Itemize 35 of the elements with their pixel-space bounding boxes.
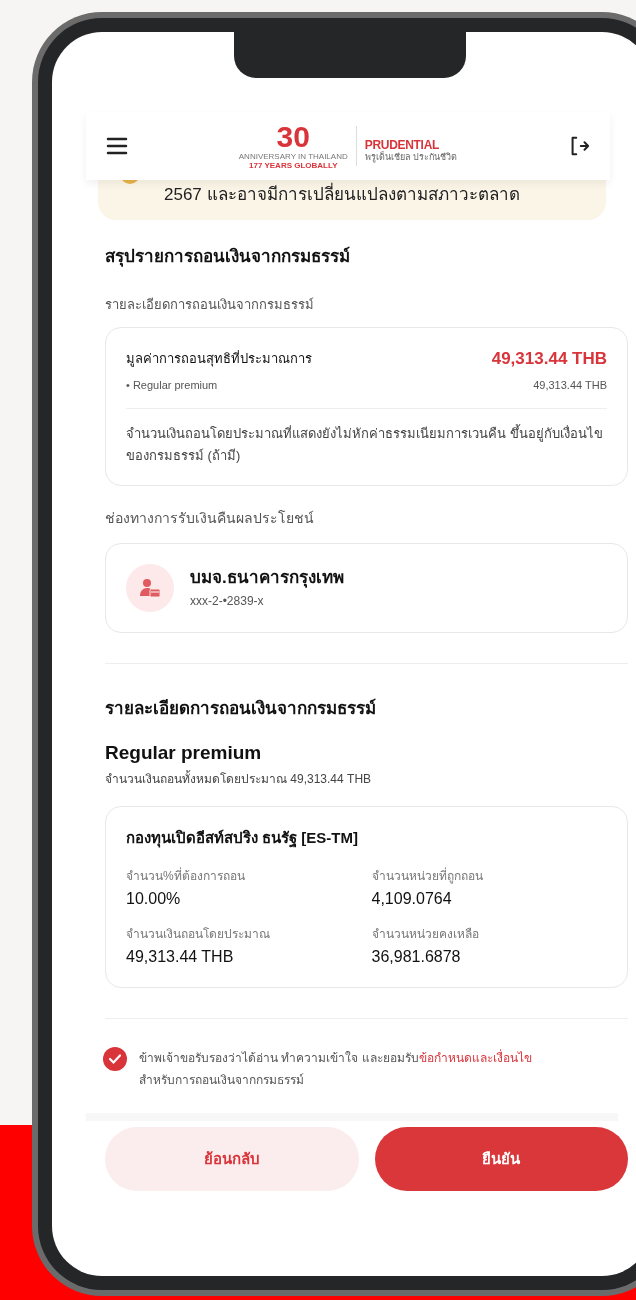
field-value: 36,981.6878 [371, 947, 462, 967]
total-label: มูลค่าการถอนสุทธิที่ประมาณการ [126, 349, 312, 368]
bank-account-icon [126, 563, 174, 612]
section-title: รายละเอียดการถอนเงินจากกรมธรรม์ [105, 697, 377, 720]
confirm-button[interactable]: ยืนยัน [374, 1127, 628, 1191]
brand-name: PRUDENTIAL [364, 139, 440, 152]
total-value: 49,313.44 THB [491, 347, 607, 370]
premium-title: Regular premium [105, 741, 263, 765]
section-subtitle: ช่องทางการรับเงินคืนผลประโยชน์ [105, 508, 315, 528]
premium-total: จำนวนเงินถอนทั้งหมดโดยประมาณ 49,313.44 THB [105, 769, 373, 788]
account-number: xxx-2-•2839-x [190, 593, 265, 611]
check-icon [108, 1052, 122, 1066]
field-value: 49,313.44 THB [126, 947, 235, 967]
anniversary-logo: 30 [276, 122, 310, 152]
logo-caption: ANNIVERSARY IN THAILAND [238, 152, 348, 161]
field-value: 4,109.0764 [371, 889, 453, 909]
menu-icon[interactable] [106, 137, 128, 155]
consent-text: ข้าพเจ้าขอรับรองว่าได้อ่าน ทำความเข้าใจ และยอมรับข้อกำหนดและเงื่อนไข สำหรับการถอนเงินจากกรมธรรม์ [139, 1048, 532, 1089]
summary-note: จำนวนเงินถอนโดยประมาณที่แสดงยังไม่หักค่าธรรมเนียมการเวนคืน ขึ้นอยู่กับเงื่อนไขของกรมธรรม์ (ถ้ามี) [126, 423, 604, 465]
section-title: สรุปรายการถอนเงินจากกรมธรรม์ [105, 245, 351, 269]
terms-link[interactable]: ข้อกำหนดและเงื่อนไข [418, 1051, 532, 1065]
logo-years: 177 YEARS GLOBALLY [249, 161, 338, 170]
consent-checkbox[interactable] [103, 1047, 127, 1071]
field-label: จำนวน%ที่ต้องการถอน [126, 867, 246, 885]
item-value: 49,313.44 THB [533, 378, 607, 393]
back-button[interactable]: ย้อนกลับ [105, 1127, 359, 1191]
field-label: จำนวนหน่วยคงเหลือ [371, 926, 480, 943]
bank-name: บมจ.ธนาคารกรุงเทพ [190, 566, 344, 590]
field-label: จำนวนเงินถอนโดยประมาณ [126, 926, 271, 943]
item-label: • Regular premium [126, 378, 218, 393]
fund-name: กองทุนเปิดอีสท์สปริง ธนรัฐ [ES-TM] [126, 827, 359, 849]
brand-thai: พรูเด็นเชียล ประกันชีวิต [364, 152, 458, 163]
field-label: จำนวนหน่วยที่ถูกถอน [371, 867, 484, 885]
section-subtitle: รายละเอียดการถอนเงินจากกรมธรรม์ [105, 296, 315, 314]
field-value: 10.00% [126, 889, 182, 909]
